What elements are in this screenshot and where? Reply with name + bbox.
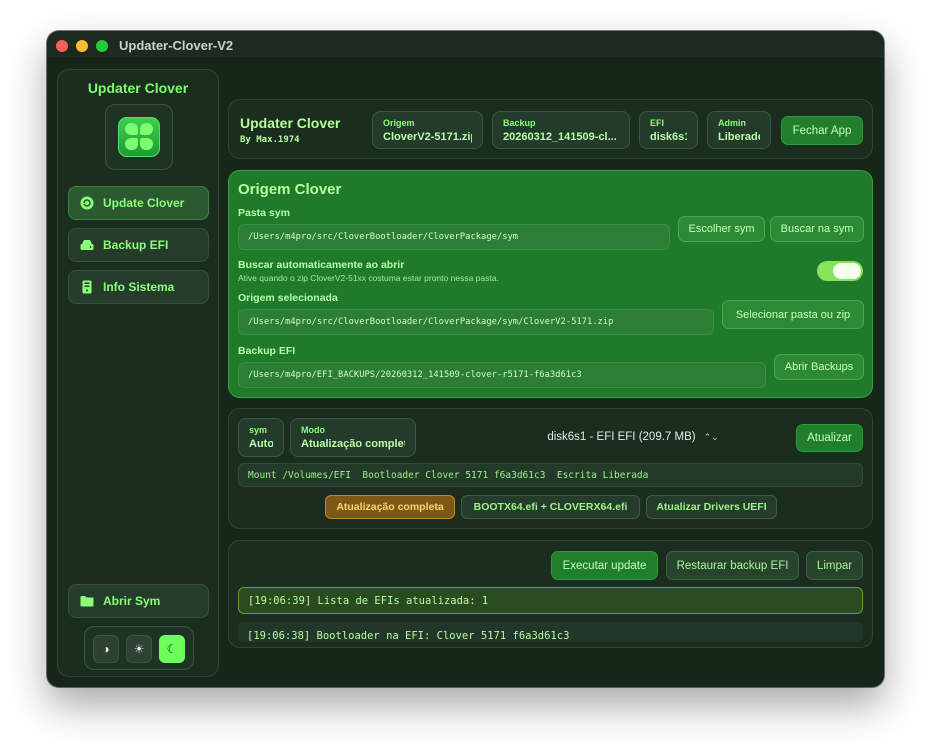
chevron-updown-icon: ⌃⌄ <box>703 431 719 442</box>
theme-auto-button[interactable]: ◑ <box>93 635 119 663</box>
abrir-sym-button[interactable]: Abrir Sym <box>68 584 209 618</box>
mode-atualizacao-completa[interactable]: Atualização completa <box>325 495 455 519</box>
chip-label: Origem <box>383 118 415 128</box>
folder-icon <box>80 594 94 608</box>
chip-value: Auto <box>249 438 273 450</box>
auto-search-hint: Ative quando o zip CloverV2-51xx costuma… <box>238 273 499 283</box>
clover-icon <box>118 117 160 157</box>
page-title: Updater Clover <box>240 115 341 131</box>
header-panel: Updater Clover By Max.1974 Origem Clover… <box>228 99 873 159</box>
actions-panel: Executar update Restaurar backup EFI Lim… <box>228 540 873 648</box>
backup-efi-label: Backup EFI <box>238 345 296 357</box>
chip-value: Atualização completa <box>301 438 405 450</box>
buscar-sym-button[interactable]: Buscar na sym <box>770 216 864 242</box>
sym-mode-chip: sym Auto <box>238 418 284 457</box>
mode-bootx64-clover[interactable]: BOOTX64.efi + CLOVERX64.efi <box>461 495 640 519</box>
atualizar-button[interactable]: Atualizar <box>796 424 863 452</box>
toggle-knob <box>833 263 861 279</box>
abrir-sym-label: Abrir Sym <box>103 594 161 608</box>
refresh-icon <box>80 196 94 210</box>
efi-chip: EFI disk6s1 <box>639 111 698 149</box>
title-bar: Updater-Clover-V2 <box>47 31 884 59</box>
sidebar-item-label: Update Clover <box>103 196 185 210</box>
pasta-sym-field[interactable]: /Users/m4pro/src/CloverBootloader/Clover… <box>238 224 670 250</box>
target-panel: sym Auto Modo Atualização completa disk6… <box>228 408 873 529</box>
backup-efi-field[interactable]: /Users/m4pro/EFI_BACKUPS/20260312_141509… <box>238 362 766 388</box>
auto-search-label: Buscar automaticamente ao abrir <box>238 259 405 271</box>
computer-icon <box>80 280 94 294</box>
theme-dark-button[interactable]: ☾ <box>159 635 185 663</box>
admin-chip: Admin Liberado <box>707 111 771 149</box>
origem-selecionada-field[interactable]: /Users/m4pro/src/CloverBootloader/Clover… <box>238 309 714 335</box>
origem-title: Origem Clover <box>238 181 342 198</box>
fechar-app-button[interactable]: Fechar App <box>781 116 863 145</box>
selecionar-pasta-button[interactable]: Selecionar pasta ou zip <box>722 300 864 329</box>
origem-chip: Origem CloverV2-5171.zip <box>372 111 483 149</box>
chip-label: sym <box>249 425 268 435</box>
theme-switcher: ◑ ☀ ☾ <box>84 626 194 670</box>
chip-label: Backup <box>503 118 536 128</box>
origem-selecionada-label: Origem selecionada <box>238 292 338 304</box>
drive-icon <box>80 238 94 252</box>
chip-value: Liberado <box>718 131 760 143</box>
chip-value: 20260312_141509-cl... <box>503 131 617 143</box>
log-line: [19:06:39] Lista de EFIs atualizada: 1 <box>238 587 863 614</box>
sidebar: Updater Clover Update Clover Backup EFI <box>57 69 219 677</box>
disk-select-value: disk6s1 - EFI EFI (209.7 MB) <box>547 431 696 443</box>
chip-value: CloverV2-5171.zip <box>383 131 472 143</box>
close-window-button[interactable] <box>56 40 68 52</box>
sidebar-item-backup-efi[interactable]: Backup EFI <box>68 228 209 262</box>
minimize-window-button[interactable] <box>76 40 88 52</box>
app-window: Updater-Clover-V2 Updater Clover Update … <box>47 31 884 687</box>
chip-label: Admin <box>718 118 746 128</box>
limpar-button[interactable]: Limpar <box>806 551 863 580</box>
mount-info-bar: Mount /Volumes/EFI Bootloader Clover 517… <box>238 463 863 487</box>
sidebar-item-label: Backup EFI <box>103 238 169 252</box>
executar-update-button[interactable]: Executar update <box>551 551 658 580</box>
log-line: [19:06:38] Bootloader na EFI: Clover 517… <box>238 622 863 642</box>
sidebar-item-label: Info Sistema <box>103 280 175 294</box>
theme-light-button[interactable]: ☀ <box>126 635 152 663</box>
pasta-sym-label: Pasta sym <box>238 207 290 219</box>
zoom-window-button[interactable] <box>96 40 108 52</box>
chip-label: Modo <box>301 425 325 435</box>
escolher-sym-button[interactable]: Escolher sym <box>678 216 765 242</box>
window-title: Updater-Clover-V2 <box>119 38 234 53</box>
mode-atualizar-drivers[interactable]: Atualizar Drivers UEFI <box>646 495 777 519</box>
sidebar-title: Updater Clover <box>87 80 189 96</box>
abrir-backups-button[interactable]: Abrir Backups <box>774 354 864 380</box>
disk-select[interactable]: disk6s1 - EFI EFI (209.7 MB) ⌃⌄ <box>533 426 733 448</box>
sidebar-item-info-sistema[interactable]: Info Sistema <box>68 270 209 304</box>
app-logo <box>105 104 173 170</box>
origem-panel: Origem Clover Pasta sym /Users/m4pro/src… <box>228 170 873 398</box>
sidebar-item-update-clover[interactable]: Update Clover <box>68 186 209 220</box>
author-label: By Max.1974 <box>240 135 300 145</box>
modo-chip: Modo Atualização completa <box>290 418 416 457</box>
auto-search-toggle[interactable] <box>817 261 863 281</box>
restaurar-backup-button[interactable]: Restaurar backup EFI <box>666 551 799 580</box>
chip-label: EFI <box>650 118 665 128</box>
chip-value: disk6s1 <box>650 131 687 143</box>
backup-chip: Backup 20260312_141509-cl... <box>492 111 630 149</box>
